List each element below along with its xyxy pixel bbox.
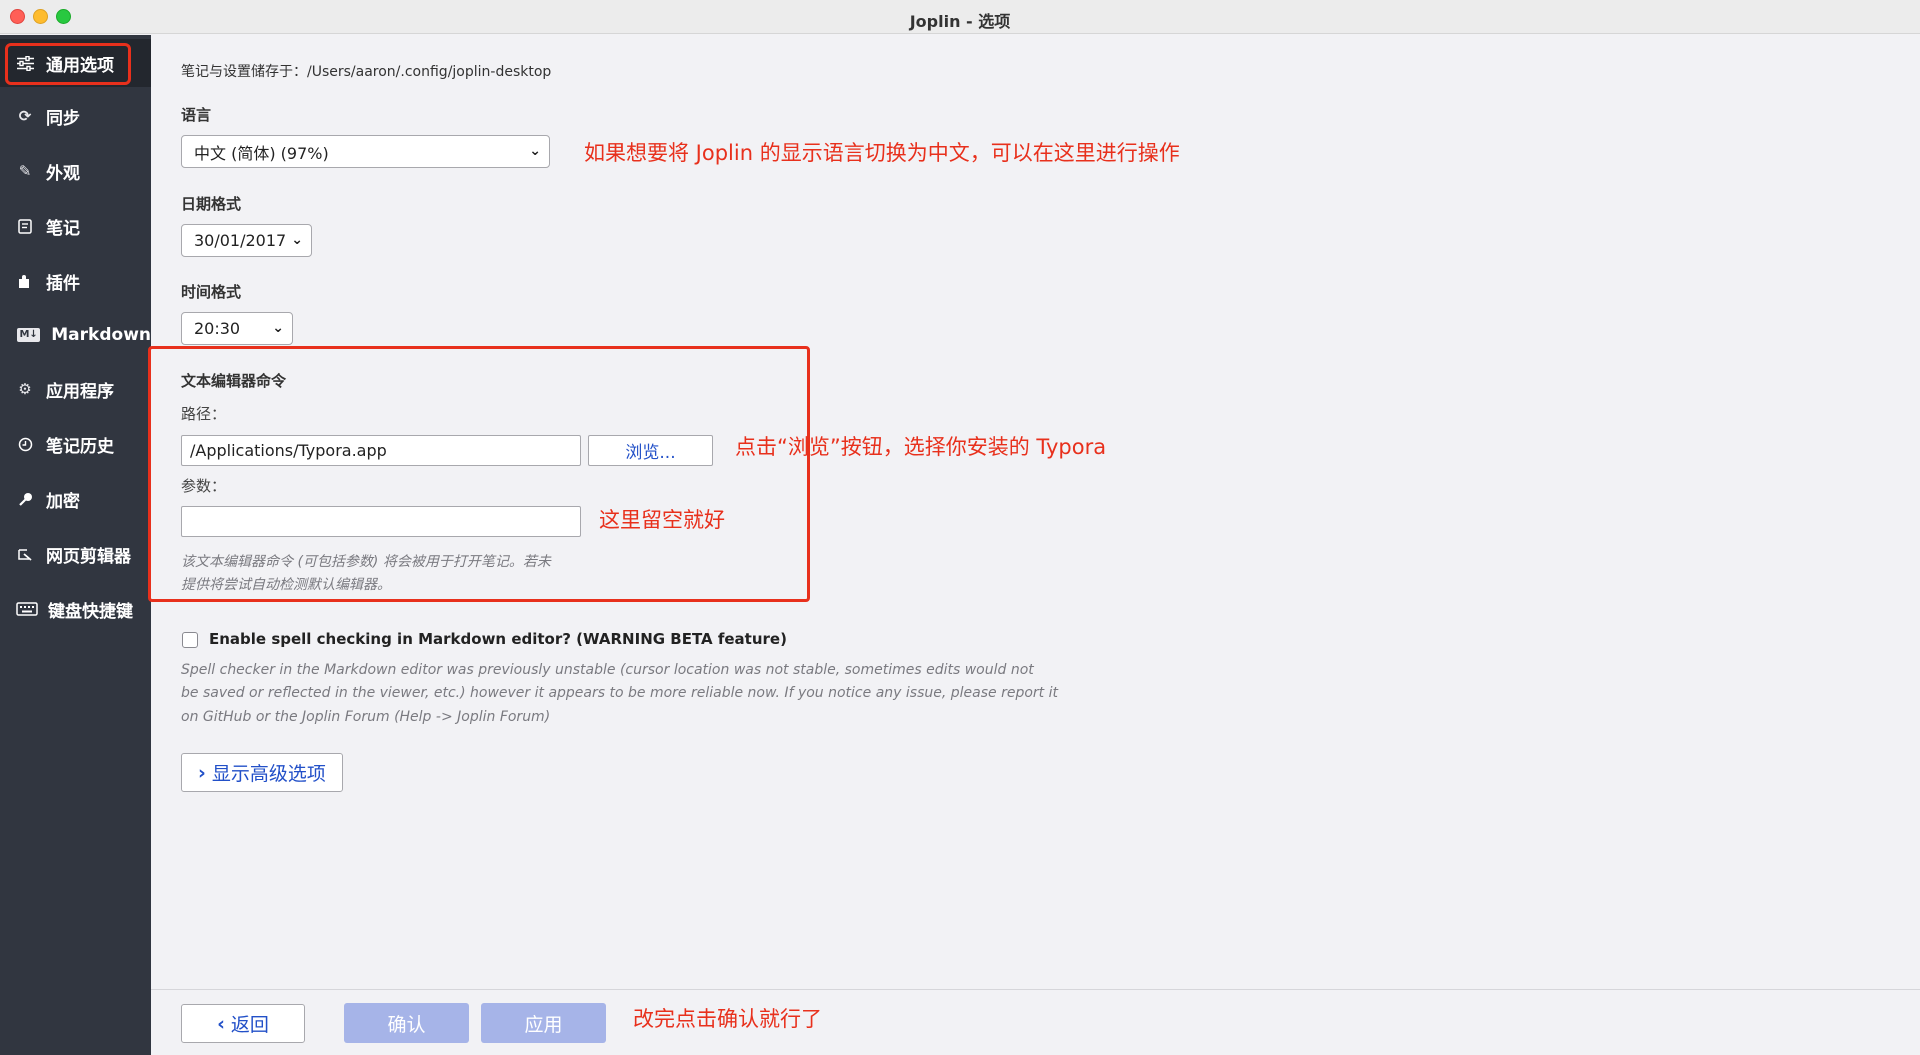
chevron-down-icon: ⌄ xyxy=(272,320,284,336)
clipper-icon xyxy=(16,545,34,563)
date-format-select[interactable]: 30/01/2017 ⌄ xyxy=(181,224,312,257)
apply-button[interactable]: 应用 xyxy=(481,1003,606,1043)
sidebar-item-web-clipper[interactable]: 网页剪辑器 xyxy=(0,530,151,578)
sidebar-item-keyboard-shortcuts[interactable]: 键盘快捷键 xyxy=(0,585,151,633)
sidebar-item-label: 网页剪辑器 xyxy=(46,546,131,567)
storage-path-text: 笔记与设置储存于：/Users/aaron/.config/joplin-des… xyxy=(181,64,552,80)
show-advanced-label: 显示高级选项 xyxy=(211,763,326,785)
history-icon xyxy=(16,435,34,453)
date-format-select-value: 30/01/2017 xyxy=(194,231,287,250)
sidebar-item-note-history[interactable]: 笔记历史 xyxy=(0,420,151,468)
magic-wand-icon: ✎ xyxy=(18,162,32,180)
back-button[interactable]: ‹ 返回 xyxy=(181,1004,305,1043)
sidebar-item-general[interactable]: 通用选项 xyxy=(0,39,151,87)
spellcheck-checkbox[interactable] xyxy=(182,632,198,648)
annotation-args: 这里留空就好 xyxy=(599,508,725,532)
footer-bar: ‹ 返回 确认 应用 改完点击确认就行了 xyxy=(151,989,1920,1055)
editor-path-label: 路径： xyxy=(181,405,227,423)
sidebar-item-label: 笔记历史 xyxy=(46,436,114,457)
keyboard-icon xyxy=(16,600,38,618)
spellcheck-desc-line: on GitHub or the Joplin Forum (Help -> J… xyxy=(181,709,551,725)
sidebar-item-application[interactable]: ⚙ 应用程序 xyxy=(0,365,151,413)
sidebar-item-label: 加密 xyxy=(46,491,80,512)
key-icon xyxy=(16,490,34,508)
chevron-right-icon: › xyxy=(198,761,206,784)
editor-section-label: 文本编辑器命令 xyxy=(181,372,287,390)
annotation-language: 如果想要将 Joplin 的显示语言切换为中文，可以在这里进行操作 xyxy=(584,141,1180,165)
note-icon xyxy=(16,217,34,235)
spellcheck-desc-line: Spell checker in the Markdown editor was… xyxy=(181,662,1034,678)
language-select-value: 中文 (简体) (97%) xyxy=(194,143,329,163)
sidebar-item-plugins[interactable]: 插件 xyxy=(0,257,151,305)
spellcheck-label[interactable]: Enable spell checking in Markdown editor… xyxy=(209,630,787,648)
annotation-confirm: 改完点击确认就行了 xyxy=(633,1007,822,1031)
annotation-browse: 点击“浏览”按钮，选择你安装的 Typora xyxy=(735,435,1107,459)
gear-icon: ⚙ xyxy=(18,380,32,398)
sync-icon: ⟳ xyxy=(18,107,32,125)
sidebar-item-label: 笔记 xyxy=(46,218,80,239)
sidebar-item-label: 键盘快捷键 xyxy=(48,601,133,622)
language-label: 语言 xyxy=(181,106,212,124)
editor-hint-line: 提供将尝试自动检测默认编辑器。 xyxy=(181,577,391,593)
chevron-left-icon: ‹ xyxy=(217,1012,225,1035)
window-title: Joplin - 选项 xyxy=(909,12,1011,31)
date-format-label: 日期格式 xyxy=(181,195,242,213)
time-format-select-value: 20:30 xyxy=(194,319,241,338)
sidebar-item-label: 同步 xyxy=(46,108,80,129)
editor-args-input[interactable] xyxy=(181,506,581,537)
sidebar-item-appearance[interactable]: ✎ 外观 xyxy=(0,147,151,195)
show-advanced-button[interactable]: › 显示高级选项 xyxy=(181,753,343,792)
browse-button[interactable]: 浏览... xyxy=(588,435,713,466)
chevron-down-icon: ⌄ xyxy=(529,143,541,159)
sidebar-item-label: 插件 xyxy=(46,273,80,294)
sliders-icon xyxy=(16,54,34,72)
sidebar-item-label: 外观 xyxy=(46,163,80,184)
puzzle-icon xyxy=(16,272,34,290)
sidebar-item-label: 通用选项 xyxy=(46,55,114,76)
sidebar-item-sync[interactable]: ⟳ 同步 xyxy=(0,92,151,140)
markdown-icon: M↓ xyxy=(17,328,40,342)
title-bar: Joplin - 选项 xyxy=(0,0,1920,34)
editor-args-label: 参数： xyxy=(181,477,227,495)
editor-path-input[interactable]: /Applications/Typora.app xyxy=(181,435,581,466)
time-format-select[interactable]: 20:30 ⌄ xyxy=(181,312,293,345)
sidebar-item-markdown[interactable]: M↓ Markdown xyxy=(0,311,151,359)
sidebar-item-encryption[interactable]: 加密 xyxy=(0,475,151,523)
back-button-label: 返回 xyxy=(230,1014,269,1036)
language-select[interactable]: 中文 (简体) (97%) ⌄ xyxy=(181,135,550,168)
sidebar-item-note[interactable]: 笔记 xyxy=(0,202,151,250)
sidebar-item-label: 应用程序 xyxy=(46,381,114,402)
spellcheck-desc-line: be saved or reflected in the viewer, etc… xyxy=(181,685,1058,701)
settings-main: 笔记与设置储存于：/Users/aaron/.config/joplin-des… xyxy=(148,35,1920,1055)
sidebar-item-label: Markdown xyxy=(51,325,151,345)
sidebar: 通用选项 ⟳ 同步 ✎ 外观 笔记 插件 M↓ Markdown ⚙ 应用程序 … xyxy=(0,35,151,1055)
time-format-label: 时间格式 xyxy=(181,283,242,301)
ok-button[interactable]: 确认 xyxy=(344,1003,469,1043)
editor-hint-line: 该文本编辑器命令 (可包括参数) 将会被用于打开笔记。若未 xyxy=(181,554,551,570)
chevron-down-icon: ⌄ xyxy=(291,232,303,248)
